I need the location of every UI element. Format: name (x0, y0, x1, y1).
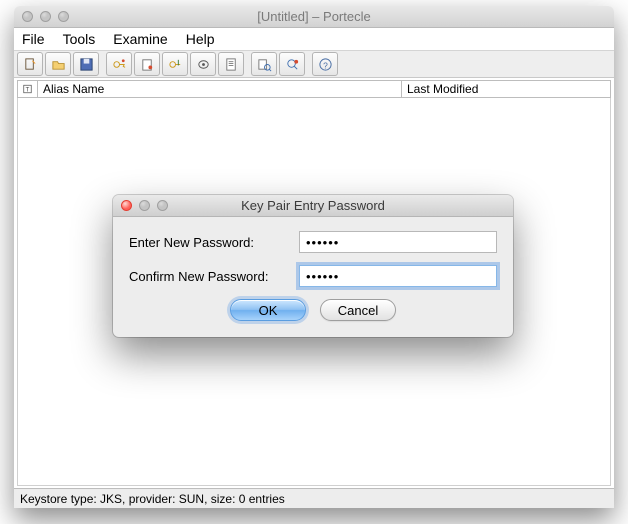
table-header: T Alias Name Last Modified (17, 80, 611, 98)
menu-file[interactable]: File (22, 31, 45, 47)
toolbar: ? (14, 50, 614, 78)
dialog-title: Key Pair Entry Password (113, 198, 513, 213)
window-controls (14, 11, 69, 22)
menu-help[interactable]: Help (186, 31, 215, 47)
confirm-password-field[interactable] (299, 265, 497, 287)
main-titlebar[interactable]: [Untitled] – Portecle (14, 6, 614, 28)
save-keystore-button[interactable] (73, 52, 99, 76)
close-window-icon[interactable] (22, 11, 33, 22)
column-alias[interactable]: Alias Name (38, 81, 402, 97)
generate-keypair-icon (112, 57, 127, 72)
menubar: File Tools Examine Help (14, 28, 614, 50)
column-type[interactable]: T (18, 81, 38, 97)
enter-password-field[interactable] (299, 231, 497, 253)
examine-ssl-button[interactable] (279, 52, 305, 76)
keystore-report-icon (224, 57, 239, 72)
examine-ssl-icon (285, 57, 300, 72)
open-keystore-icon (51, 57, 66, 72)
dialog-buttons: OK Cancel (129, 299, 497, 321)
help-icon: ? (318, 57, 333, 72)
minimize-window-icon[interactable] (40, 11, 51, 22)
status-bar: Keystore type: JKS, provider: SUN, size:… (14, 488, 614, 508)
confirm-password-label: Confirm New Password: (129, 269, 299, 284)
dialog-close-icon[interactable] (121, 200, 132, 211)
status-text: Keystore type: JKS, provider: SUN, size:… (20, 492, 285, 506)
new-keystore-button[interactable] (17, 52, 43, 76)
dialog-body: Enter New Password: Confirm New Password… (113, 217, 513, 337)
examine-cert-button[interactable] (251, 52, 277, 76)
set-password-icon (196, 57, 211, 72)
dialog-window-controls (113, 200, 168, 211)
open-keystore-button[interactable] (45, 52, 71, 76)
window-title: [Untitled] – Portecle (14, 9, 614, 24)
dialog-titlebar[interactable]: Key Pair Entry Password (113, 195, 513, 217)
import-keypair-button[interactable] (162, 52, 188, 76)
enter-password-row: Enter New Password: (129, 231, 497, 253)
examine-cert-icon (257, 57, 272, 72)
column-modified[interactable]: Last Modified (402, 81, 610, 97)
keystore-report-button[interactable] (218, 52, 244, 76)
import-keypair-icon (168, 57, 183, 72)
zoom-window-icon[interactable] (58, 11, 69, 22)
new-keystore-icon (23, 57, 38, 72)
import-trusted-cert-button[interactable] (134, 52, 160, 76)
password-dialog: Key Pair Entry Password Enter New Passwo… (113, 195, 513, 337)
help-button[interactable]: ? (312, 52, 338, 76)
cancel-button[interactable]: Cancel (320, 299, 396, 321)
confirm-password-row: Confirm New Password: (129, 265, 497, 287)
menu-examine[interactable]: Examine (113, 31, 167, 47)
dialog-zoom-icon (157, 200, 168, 211)
generate-keypair-button[interactable] (106, 52, 132, 76)
menu-tools[interactable]: Tools (63, 31, 96, 47)
svg-text:?: ? (323, 60, 328, 70)
save-keystore-icon (79, 57, 94, 72)
set-password-button[interactable] (190, 52, 216, 76)
import-trusted-cert-icon (140, 57, 155, 72)
dialog-minimize-icon (139, 200, 150, 211)
enter-password-label: Enter New Password: (129, 235, 299, 250)
type-column-icon: T (23, 83, 32, 95)
svg-text:T: T (26, 88, 30, 94)
ok-button[interactable]: OK (230, 299, 306, 321)
